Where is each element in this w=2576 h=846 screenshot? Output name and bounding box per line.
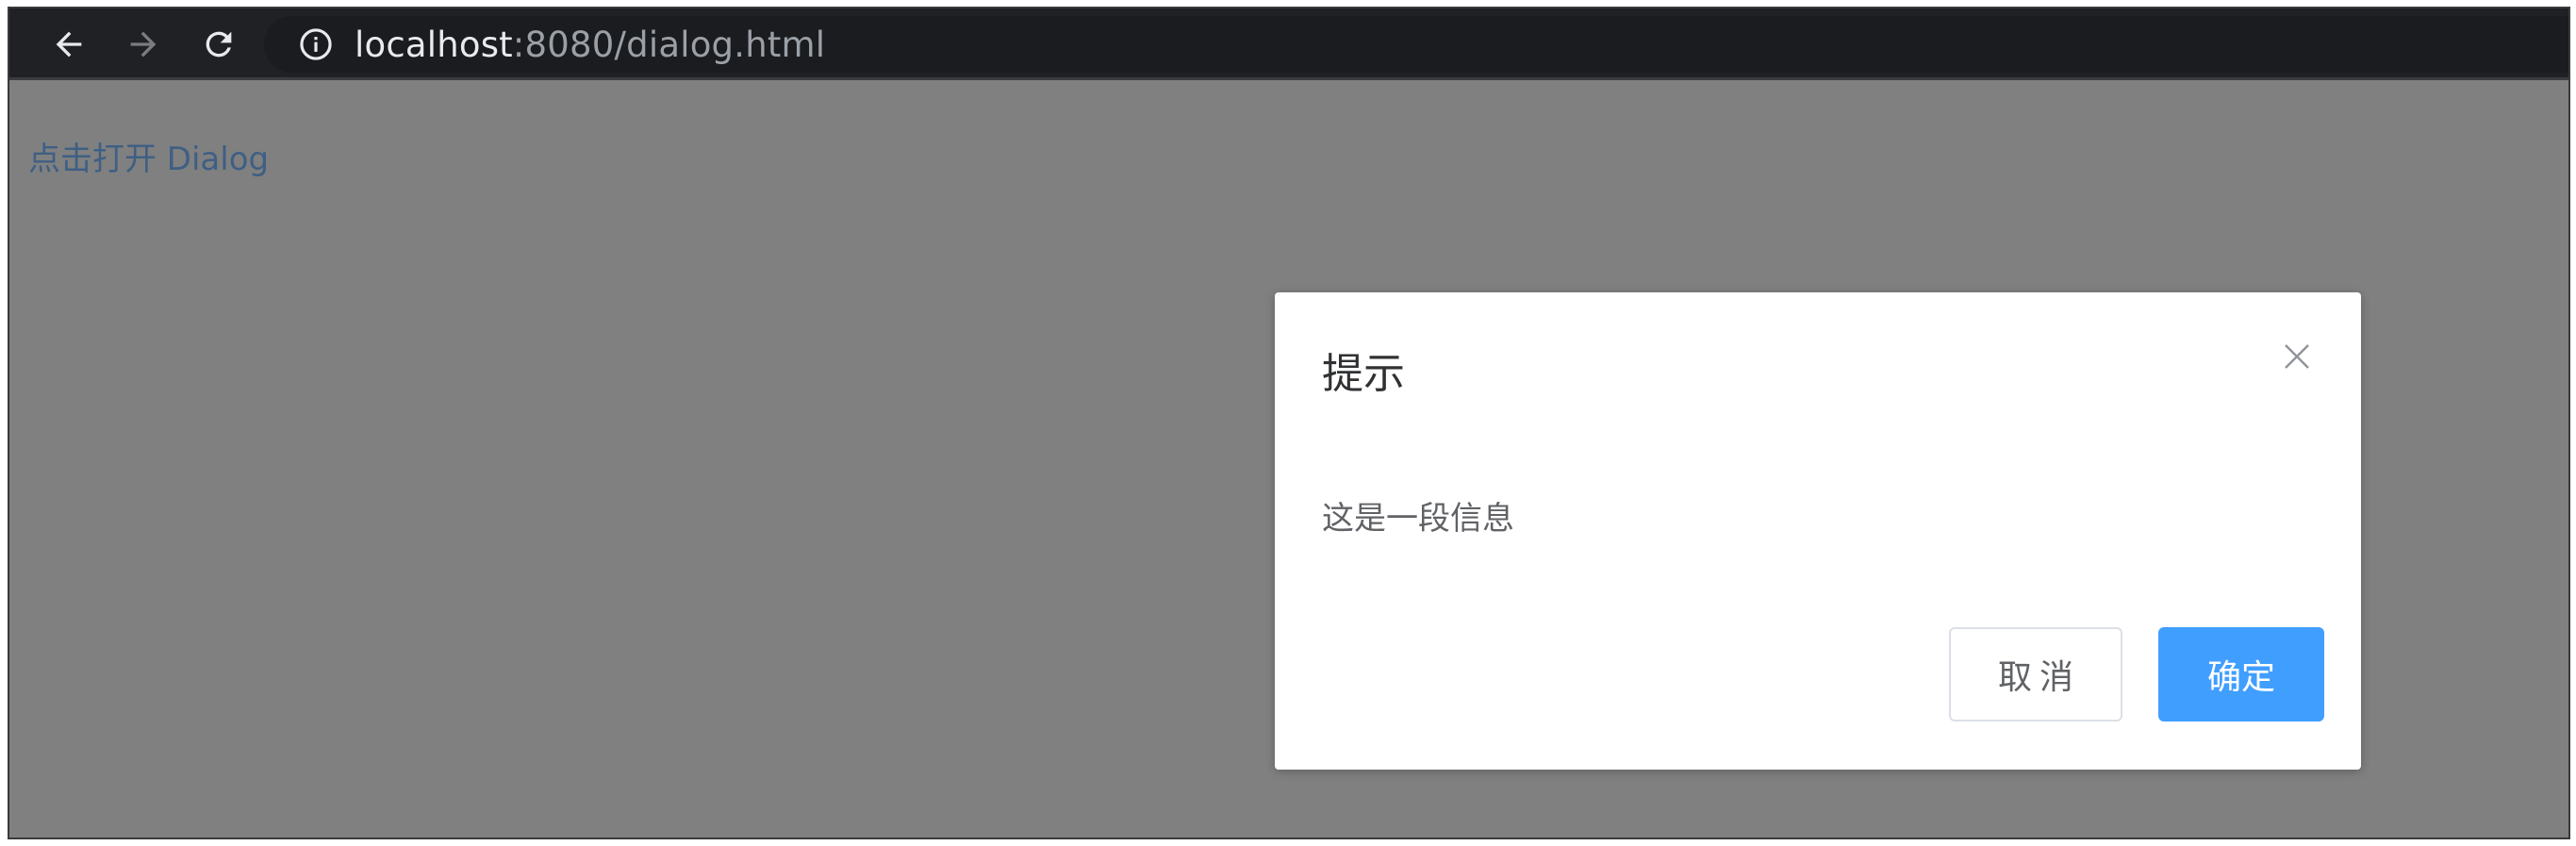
- back-arrow-icon: [56, 31, 82, 58]
- confirm-button[interactable]: 确定: [2158, 627, 2324, 722]
- browser-window: localhost:8080/dialog.html 点击打开 Dialog 提…: [8, 7, 2570, 839]
- cancel-button[interactable]: 取消: [1949, 627, 2122, 722]
- dialog-message: 这是一段信息: [1322, 500, 1514, 538]
- dialog-close-button[interactable]: [2280, 340, 2314, 373]
- back-button[interactable]: [45, 18, 92, 71]
- page-overlay[interactable]: 点击打开 Dialog 提示 这是一段信息 取消 确定: [9, 80, 2568, 838]
- forward-button[interactable]: [120, 18, 167, 71]
- reload-icon: [206, 31, 232, 58]
- open-dialog-link[interactable]: 点击打开 Dialog: [28, 133, 269, 179]
- dialog-title: 提示: [1322, 350, 1405, 398]
- url-text[interactable]: localhost:8080/dialog.html: [355, 25, 825, 65]
- forward-arrow-icon: [130, 31, 157, 58]
- reload-button[interactable]: [195, 18, 242, 71]
- info-icon[interactable]: [298, 26, 334, 62]
- dialog: 提示 这是一段信息 取消 确定: [1275, 292, 2361, 770]
- close-icon: [2285, 344, 2309, 369]
- address-bar[interactable]: localhost:8080/dialog.html: [264, 16, 2568, 73]
- browser-toolbar: localhost:8080/dialog.html: [9, 8, 2568, 80]
- url-host: localhost: [355, 24, 513, 65]
- url-path: :8080/dialog.html: [512, 24, 826, 65]
